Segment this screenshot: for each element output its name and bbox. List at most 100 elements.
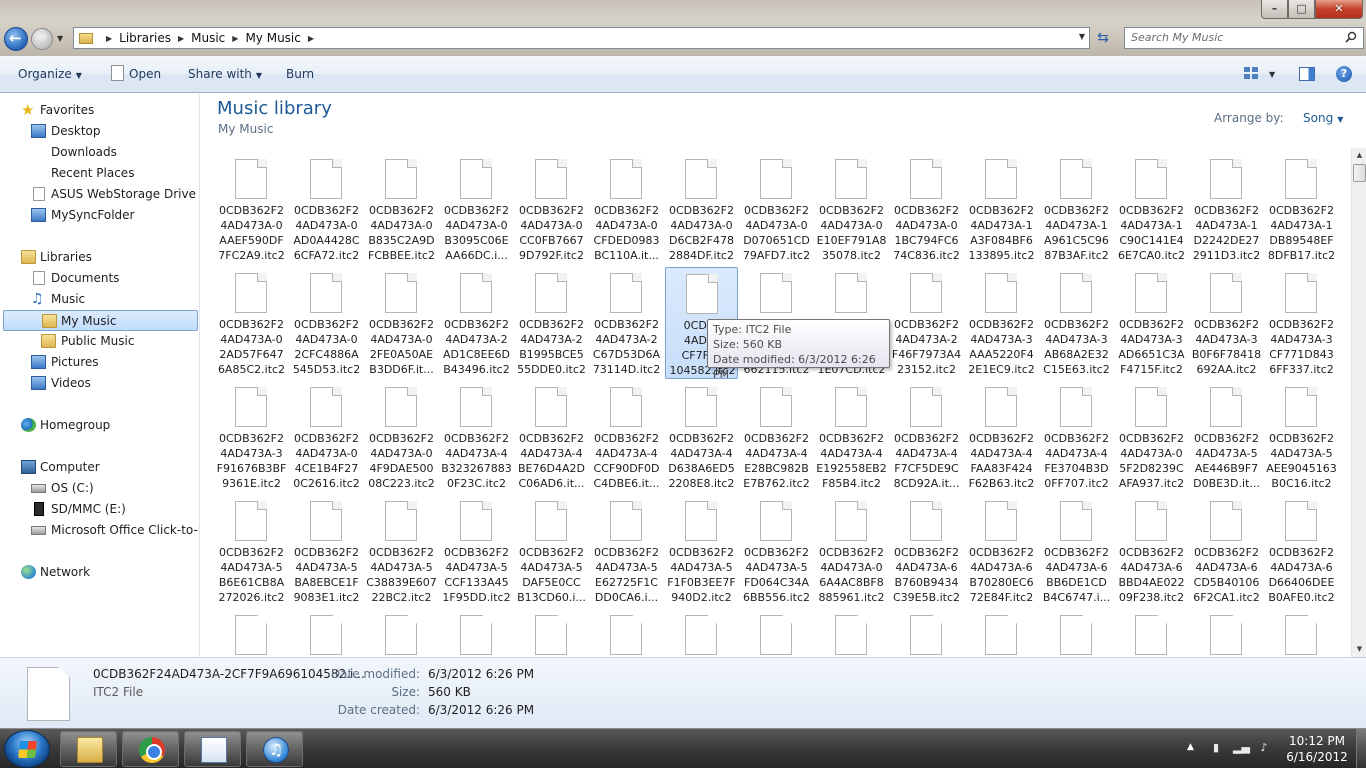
file-item[interactable]: 0CDB362F2 4AD473A-5 E62725F1C DD0CA6.i... (590, 495, 663, 607)
taskbar-itunes[interactable]: ♫ (246, 731, 303, 767)
file-item[interactable]: 0CDB362F2 4AD473A-0 D070651CD 79AFD7.itc2 (740, 153, 813, 265)
file-item[interactable] (965, 609, 1038, 657)
file-item[interactable]: 0CDB362F2 4AD473A-2 AD1C8EE6D B43496.itc2 (440, 267, 513, 379)
maximize-button[interactable]: □ (1288, 0, 1315, 19)
file-item[interactable]: 0CDB362F2 4AD473A-0 CFDED0983 BC110A.it... (590, 153, 663, 265)
nav-videos[interactable]: Videos (28, 373, 188, 394)
address-history-dropdown[interactable]: ▼ (1079, 32, 1085, 41)
file-item[interactable]: 0CDB362F2 4AD473A-0 5F2D8239C AFA937.itc2 (1115, 381, 1188, 493)
file-item[interactable]: 0CDB362F2 4AD473A-0 AAEF590DF 7FC2A9.itc2 (215, 153, 288, 265)
file-item[interactable] (1190, 609, 1263, 657)
view-options-dropdown[interactable]: ▼ (1269, 70, 1275, 79)
nav-homegroup[interactable]: Homegroup (18, 415, 188, 436)
breadcrumb-music[interactable]: Music (191, 31, 225, 45)
nav-sd-mmc[interactable]: SD/MMC (E:) (28, 499, 188, 520)
file-item[interactable]: 0CDB362F2 4AD473A-0 B3095C06E AA66DC.i... (440, 153, 513, 265)
file-item[interactable]: 0CDB362F2 4AD473A-6 B760B9434 C39E5B.itc2 (890, 495, 963, 607)
breadcrumb-my-music[interactable]: My Music (245, 31, 300, 45)
network-signal-icon[interactable]: ▂▄ (1233, 741, 1250, 755)
file-item[interactable] (440, 609, 513, 657)
vertical-scrollbar[interactable]: ▲ ▼ (1351, 148, 1366, 657)
file-item[interactable]: 0CDB362F2 4AD473A-5 C38839E607 22BC2.itc2 (365, 495, 438, 607)
file-item[interactable]: 0CDB362F2 4AD473A-4 F7CF5DE9C 8CD92A.it... (890, 381, 963, 493)
nav-asus-webstorage[interactable]: ASUS WebStorage Drive (28, 184, 198, 205)
nav-os-c[interactable]: OS (C:) (28, 478, 188, 499)
file-item[interactable] (290, 609, 363, 657)
file-item[interactable]: 0CDB362F2 4AD473A-3 AD6651C3A F4715F.itc2 (1115, 267, 1188, 379)
file-item[interactable]: 0CDB362F2 4AD473A-4 FAA83F424 F62B63.itc2 (965, 381, 1038, 493)
show-hidden-icons-button[interactable]: ▲ (1187, 742, 1194, 752)
file-item[interactable] (890, 609, 963, 657)
file-item[interactable]: 0CDB362F2 4AD473A-5 CCF133A45 1F95DD.itc2 (440, 495, 513, 607)
nav-recent-places[interactable]: Recent Places (28, 163, 188, 184)
file-item[interactable]: 0CDB362F2 4AD473A-0 D6CB2F478 2884DF.itc2 (665, 153, 738, 265)
file-item[interactable]: 0CDB362F2 4AD473A-4 E28BC982B E7B762.itc2 (740, 381, 813, 493)
file-item[interactable]: 0CDB362F2 4AD473A-0 E10EF791A8 35078.itc2 (815, 153, 888, 265)
clock-time[interactable]: 10:12 PM (1282, 734, 1352, 748)
help-icon[interactable]: ? (1336, 66, 1352, 82)
change-view-icon[interactable] (1244, 67, 1258, 80)
file-item[interactable]: 0CDB362F2 4AD473A-4 E192558EB2 F85B4.itc2 (815, 381, 888, 493)
file-item[interactable]: 0CDB362F2 4AD473A-4 B323267883 0F23C.itc2 (440, 381, 513, 493)
nav-music[interactable]: ♫ Music (28, 289, 188, 310)
nav-downloads[interactable]: Downloads (28, 142, 188, 163)
nav-libraries[interactable]: Libraries (18, 247, 188, 268)
file-item[interactable]: 0CDB362F2 4AD473A-1 C90C141E4 6E7CA0.itc2 (1115, 153, 1188, 265)
power-icon[interactable]: ▮ (1209, 741, 1223, 755)
preview-pane-icon[interactable] (1299, 67, 1315, 81)
file-item[interactable]: 0CDB362F2 4AD473A-0 B835C2A9D FCBBEE.itc2 (365, 153, 438, 265)
file-item[interactable]: 0CDB362F2 4AD473A-0 AD0A4428C 6CFA72.itc2 (290, 153, 363, 265)
file-item[interactable]: 0CDB362F2 4AD473A-5 FD064C34A 6BB556.itc2 (740, 495, 813, 607)
refresh-button[interactable]: ⇆ (1093, 28, 1113, 48)
file-item[interactable]: 0CDB362F2 4AD473A-0 2FE0A50AE B3DD6F.it... (365, 267, 438, 379)
nav-documents[interactable]: Documents (28, 268, 188, 289)
search-icon[interactable] (1345, 31, 1357, 43)
file-item[interactable]: 0CDB362F2 4AD473A-2 F46F7973A4 23152.itc2 (890, 267, 963, 379)
show-desktop-button[interactable] (1356, 729, 1366, 768)
file-item[interactable]: 0CDB362F2 4AD473A-4 D638A6ED5 2208E8.itc2 (665, 381, 738, 493)
file-item[interactable] (665, 609, 738, 657)
file-item[interactable]: 0CDB362F2 4AD473A-1 D2242DE27 2911D3.itc2 (1190, 153, 1263, 265)
search-input[interactable] (1131, 31, 1331, 44)
nav-desktop[interactable]: Desktop (28, 121, 188, 142)
file-item[interactable]: 0CDB362F2 4AD473A-3 F91676B3BF 9361E.itc2 (215, 381, 288, 493)
file-item[interactable]: 0CDB362F2 4AD473A-0 CC0FB7667 9D792F.itc2 (515, 153, 588, 265)
start-button[interactable] (4, 730, 50, 768)
file-item[interactable] (515, 609, 588, 657)
taskbar-chrome[interactable] (122, 731, 179, 767)
file-item[interactable]: 0CDB362F2 4AD473A-5 AE446B9F7 D0BE3D.it... (1190, 381, 1263, 493)
file-item[interactable]: 0CDB362F2 4AD473A-0 2CFC4886A 545D53.itc2 (290, 267, 363, 379)
forward-button[interactable]: → (31, 28, 53, 50)
nav-pictures[interactable]: Pictures (28, 352, 188, 373)
volume-icon[interactable]: ♪ (1257, 741, 1271, 755)
address-bar[interactable]: ▶ Libraries ▶ Music ▶ My Music ▶ ▼ (73, 27, 1090, 49)
file-item[interactable] (1115, 609, 1188, 657)
recent-pages-dropdown[interactable]: ▼ (57, 34, 63, 43)
file-item[interactable]: 0CDB362F2 4AD473A-3 AB68A2E32 C15E63.itc2 (1040, 267, 1113, 379)
organize-button[interactable]: Organize ▼ (18, 67, 82, 81)
nav-network[interactable]: Network (18, 562, 188, 583)
file-item[interactable] (740, 609, 813, 657)
chevron-right-icon[interactable]: ▶ (232, 34, 238, 43)
file-item[interactable]: 0CDB362F2 4AD473A-1 A961C5C96 87B3AF.itc2 (1040, 153, 1113, 265)
file-item[interactable]: 0CDB362F2 4AD473A-0 6A4AC8BF8 885961.itc2 (815, 495, 888, 607)
close-button[interactable]: ✕ (1315, 0, 1363, 19)
scroll-down-button[interactable]: ▼ (1352, 642, 1366, 657)
arrange-by-dropdown[interactable]: Song ▼ (1303, 111, 1343, 125)
file-item[interactable]: 0CDB362F2 4AD473A-6 BBD4AE022 09F238.itc2 (1115, 495, 1188, 607)
file-item[interactable]: 0CDB362F2 4AD473A-1 A3F084BF6 133895.itc2 (965, 153, 1038, 265)
minimize-button[interactable]: – (1261, 0, 1288, 19)
file-item[interactable]: 0CDB362F2 4AD473A-2 B1995BCE5 55DDE0.itc2 (515, 267, 588, 379)
nav-office-click-to-run[interactable]: Microsoft Office Click-to-Ru (28, 520, 199, 541)
file-item[interactable]: 0CDB362F2 4AD473A-0 1BC794FC6 74C836.itc2 (890, 153, 963, 265)
file-item[interactable] (365, 609, 438, 657)
file-item[interactable] (815, 609, 888, 657)
nav-mysyncfolder[interactable]: MySyncFolder (28, 205, 188, 226)
nav-public-music[interactable]: Public Music (38, 331, 188, 352)
file-item[interactable]: 0CDB362F2 4AD473A-3 CF771D843 6FF337.itc2 (1265, 267, 1338, 379)
burn-button[interactable]: Burn (286, 67, 314, 81)
file-item[interactable]: 0CDB362F2 4AD473A-4 CCF90DF0D C4DBE6.it... (590, 381, 663, 493)
breadcrumb-libraries[interactable]: Libraries (119, 31, 171, 45)
file-item[interactable]: 0CDB362F2 4AD473A-5 B6E61CB8A 272026.itc2 (215, 495, 288, 607)
file-item[interactable]: 0CDB362F2 4AD473A-5 AEE9045163 B0C16.itc2 (1265, 381, 1338, 493)
